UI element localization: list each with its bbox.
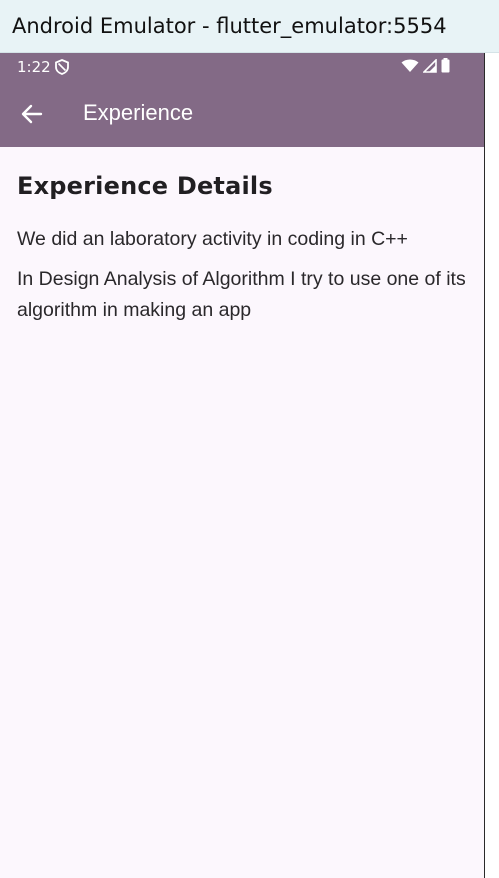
shield-icon <box>55 59 69 75</box>
phone-screen: 1:22 Experience Experience Details We di… <box>0 53 484 878</box>
status-bar: 1:22 <box>0 53 484 81</box>
arrow-left-icon <box>21 104 43 124</box>
window-title-text: Android Emulator - flutter_emulator:5554 <box>12 14 447 38</box>
app-bar-title: Experience <box>83 100 194 125</box>
cell-signal-icon <box>423 58 437 73</box>
status-time: 1:22 <box>17 58 51 76</box>
status-icons <box>401 58 450 73</box>
emulator-window-title: Android Emulator - flutter_emulator:5554 <box>0 0 499 53</box>
wifi-icon <box>401 59 419 72</box>
experience-paragraph: In Design Analysis of Algorithm I try to… <box>17 268 466 321</box>
experience-content: Experience Details We did an laboratory … <box>17 147 472 326</box>
page-heading: Experience Details <box>17 172 273 200</box>
window-right-edge <box>484 53 499 878</box>
battery-icon <box>441 58 450 73</box>
back-button[interactable] <box>12 94 52 134</box>
experience-paragraph: We did an laboratory activity in coding … <box>17 228 408 250</box>
app-bar: Experience <box>0 81 484 147</box>
